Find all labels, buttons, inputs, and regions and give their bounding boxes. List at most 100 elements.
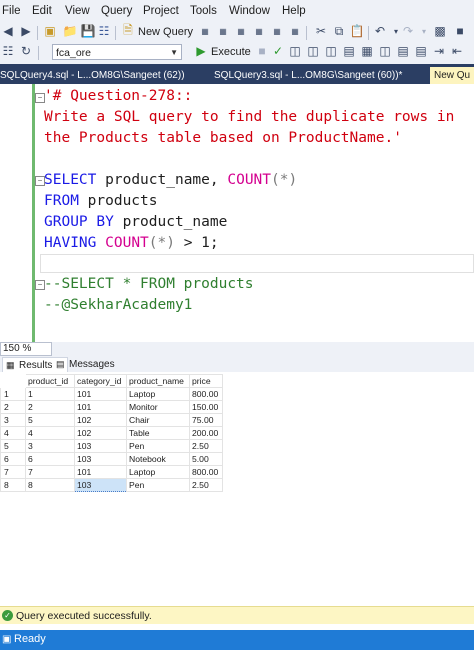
row-number[interactable]: 6 [0,452,26,466]
table-cell[interactable]: Pen [126,478,190,492]
table-cell[interactable]: Table [126,426,190,440]
outdent-icon[interactable]: ⇤ [449,43,465,59]
table-cell[interactable]: 800.00 [189,387,223,401]
table-cell[interactable]: 4 [25,426,75,440]
table-cell[interactable]: 102 [74,413,127,427]
analysis-query-icon[interactable]: ▦ [215,23,231,39]
table-cell[interactable]: 3 [25,439,75,453]
table-row[interactable]: 2 2 101 Monitor 150.00 [0,400,223,414]
table-row[interactable]: 1 1 101 Laptop 800.00 [0,387,223,401]
connect-icon[interactable]: ☷ [0,43,16,59]
dmx-query-icon[interactable]: ▦ [251,23,267,39]
table-cell[interactable]: 101 [74,465,127,479]
dax-query-icon[interactable]: ▦ [287,23,303,39]
table-cell[interactable]: Laptop [126,387,190,401]
execute-icon[interactable]: ▶ [193,43,209,59]
table-cell[interactable]: 103 [74,478,127,492]
column-header[interactable]: price [189,374,223,388]
table-cell[interactable]: 75.00 [189,413,223,427]
table-cell[interactable]: 150.00 [189,400,223,414]
column-header[interactable]: product_id [25,374,75,388]
menu-view[interactable]: View [65,5,90,17]
mdx-query-icon[interactable]: ▦ [233,23,249,39]
display-plan-icon[interactable]: ◫ [287,43,303,59]
table-cell[interactable]: 102 [74,426,127,440]
row-number[interactable]: 3 [0,413,26,427]
row-number[interactable]: 8 [0,478,26,492]
results-to-grid-icon[interactable]: ▦ [359,43,375,59]
row-number[interactable]: 7 [0,465,26,479]
uncomment-icon[interactable]: ▤ [413,43,429,59]
table-row[interactable]: 8 8 103 Pen 2.50 [0,478,223,492]
back-icon[interactable]: ◀ [0,23,16,39]
table-row[interactable]: 5 3 103 Pen 2.50 [0,439,223,453]
row-number[interactable]: 1 [0,387,26,401]
menu-tools[interactable]: Tools [190,5,217,17]
table-cell[interactable]: Laptop [126,465,190,479]
toolbox-icon[interactable]: ■ [452,23,468,39]
table-cell[interactable]: 5.00 [189,452,223,466]
menu-query[interactable]: Query [101,5,132,17]
database-selector[interactable]: fca_ore ▼ [52,44,182,60]
table-cell[interactable]: Chair [126,413,190,427]
table-cell[interactable]: Monitor [126,400,190,414]
tab-sqlquery4[interactable]: SQLQuery4.sql - L...OM8G\Sangeet (62)) [0,67,185,84]
table-cell[interactable]: 800.00 [189,465,223,479]
table-cell[interactable]: Pen [126,439,190,453]
new-query-icon[interactable]: 🗎 [120,23,136,39]
query-designer-icon[interactable]: ◫ [305,43,321,59]
query-editor[interactable]: − − − '# Question-278:: Write a SQL quer… [0,84,474,343]
column-header[interactable]: category_id [74,374,127,388]
tab-messages[interactable]: ▤ Messages [53,357,115,372]
menu-edit[interactable]: Edit [32,5,52,17]
table-row[interactable]: 6 6 103 Notebook 5.00 [0,452,223,466]
menu-help[interactable]: Help [282,5,306,17]
open-folder-icon[interactable]: 📁 [62,23,78,39]
row-number[interactable]: 2 [0,400,26,414]
table-cell[interactable]: 103 [74,452,127,466]
table-cell[interactable]: 101 [74,387,127,401]
redo-icon[interactable]: ↷ [400,23,416,39]
table-cell[interactable]: 2 [25,400,75,414]
table-cell[interactable]: 1 [25,387,75,401]
xmla-query-icon[interactable]: ▦ [269,23,285,39]
zoom-selector[interactable]: 150 % [0,342,52,356]
new-project-icon[interactable]: ▣ [42,23,58,39]
parse-icon[interactable]: ✓ [270,43,286,59]
db-engine-query-icon[interactable]: ▦ [197,23,213,39]
change-connection-icon[interactable]: ↻ [18,43,34,59]
solution-explorer-icon[interactable]: ▩ [432,23,448,39]
row-number[interactable]: 4 [0,426,26,440]
table-cell[interactable]: Notebook [126,452,190,466]
menu-window[interactable]: Window [229,5,270,17]
row-number[interactable]: 5 [0,439,26,453]
intellisense-icon[interactable]: ◫ [323,43,339,59]
table-row[interactable]: 4 4 102 Table 200.00 [0,426,223,440]
tab-sqlquery3[interactable]: SQLQuery3.sql - L...OM8G\Sangeet (60))* [214,67,402,84]
table-cell[interactable]: 2.50 [189,439,223,453]
cancel-query-icon[interactable]: ■ [254,43,270,59]
table-cell[interactable]: 101 [74,400,127,414]
menu-project[interactable]: Project [143,5,179,17]
undo-icon[interactable]: ↶ [372,23,388,39]
redo-dropdown-icon[interactable]: ▾ [416,23,432,39]
results-to-text-icon[interactable]: ▤ [341,43,357,59]
table-cell[interactable]: 8 [25,478,75,492]
cut-icon[interactable]: ✂ [313,23,329,39]
menu-file[interactable]: File [2,5,21,17]
save-all-icon[interactable]: ☷ [96,23,112,39]
column-header[interactable]: product_name [126,374,190,388]
forward-icon[interactable]: ▶ [18,23,34,39]
table-cell[interactable]: 7 [25,465,75,479]
comment-icon[interactable]: ▤ [395,43,411,59]
table-cell[interactable]: 5 [25,413,75,427]
tab-new-query[interactable]: New Qu [430,67,474,84]
results-to-file-icon[interactable]: ◫ [377,43,393,59]
paste-icon[interactable]: 📋 [349,23,365,39]
save-icon[interactable]: 💾 [80,23,96,39]
indent-icon[interactable]: ⇥ [431,43,447,59]
table-row[interactable]: 3 5 102 Chair 75.00 [0,413,223,427]
results-grid[interactable]: product_id category_id product_name pric… [0,372,474,606]
new-query-button[interactable]: New Query [138,26,193,38]
execute-button[interactable]: Execute [211,46,251,58]
